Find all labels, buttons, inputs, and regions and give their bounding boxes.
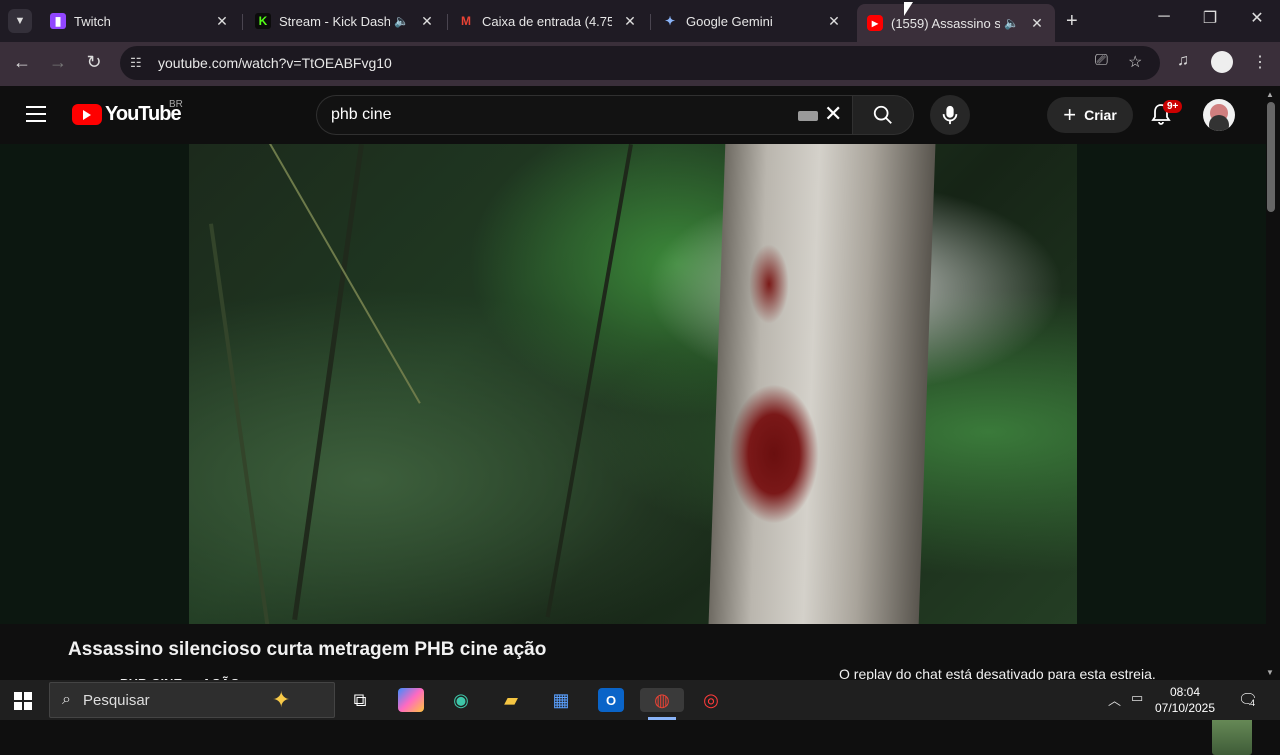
browser-toolbar: ← → ↻ ☷ youtube.com/watch?v=TtOEABFvg10 … [0,42,1280,86]
tab-gmail[interactable]: M Caixa de entrada (4.754) ✕ [448,6,648,36]
create-button[interactable]: + Criar [1047,97,1133,133]
copilot-icon[interactable] [398,688,424,712]
plus-icon: + [1063,102,1077,127]
taskbar-clock[interactable]: 08:04 07/10/2025 [1152,684,1218,716]
outlook-icon[interactable]: O [598,688,624,712]
notification-badge: 9+ [1163,100,1183,113]
page-scrollbar[interactable]: ▲ ▼ [1266,90,1276,680]
forward-button[interactable]: → [46,52,70,73]
scrollbar-thumb[interactable] [1267,102,1275,212]
windows-start-icon[interactable] [14,692,32,710]
close-tab-icon[interactable]: ✕ [214,13,230,30]
blood-stain [729,384,819,524]
notification-center-icon[interactable]: 🗨 4 [1238,690,1258,710]
tab-twitch[interactable]: ▮ Twitch ✕ [40,6,240,36]
profile-avatar[interactable] [1211,51,1233,73]
close-tab-icon[interactable]: ✕ [622,13,638,30]
keyboard-icon[interactable] [798,111,818,121]
url-text: youtube.com/watch?v=TtOEABFvg10 [158,55,392,71]
tab-title: Caixa de entrada (4.754) [482,13,612,29]
task-view-icon[interactable]: ⧉ [347,688,373,712]
mouse-cursor-icon [904,2,913,16]
video-player[interactable] [0,144,1266,755]
copilot-sparkle-icon: ✦ [272,687,291,712]
file-explorer-icon[interactable]: ▰ [498,688,524,712]
reload-button[interactable]: ↻ [82,52,106,73]
video-thumbnail-preview[interactable] [1212,715,1252,755]
browser-menu-icon[interactable]: ⋮ [1252,52,1268,72]
microphone-icon [942,105,958,125]
tab-divider [650,14,651,30]
create-label: Criar [1084,107,1117,123]
scroll-down-icon[interactable]: ▼ [1266,668,1274,677]
youtube-play-icon [72,104,102,125]
blood-stain [749,244,789,324]
clock-time: 08:04 [1169,685,1201,699]
close-tab-icon[interactable]: ✕ [826,13,842,30]
search-icon [873,105,892,124]
edge-icon[interactable]: ◉ [448,688,474,712]
youtube-logo[interactable]: YouTube [72,103,182,126]
search-box: ✕ [316,95,856,135]
browser-tab-strip: ▼ ▮ Twitch ✕ K Stream - Kick Dashbo 🔈 ✕ … [0,0,1280,42]
tab-kick[interactable]: K Stream - Kick Dashbo 🔈 ✕ [245,6,445,36]
tab-gemini[interactable]: ✦ Google Gemini ✕ [652,6,852,36]
chrome-icon[interactable]: ◍ [640,688,684,712]
twitch-icon: ▮ [50,13,66,29]
video-frame[interactable] [189,144,1077,624]
minimize-button[interactable]: ─ [1152,8,1176,26]
taskbar-search[interactable]: ⌕ Pesquisar ✦ [49,682,335,718]
new-tab-button[interactable]: + [1066,10,1078,33]
gemini-icon: ✦ [664,14,676,28]
close-tab-icon[interactable]: ✕ [419,13,435,30]
bookmark-star-icon[interactable]: ☆ [1128,52,1142,72]
site-settings-icon[interactable]: ☷ [130,55,150,71]
speaker-icon[interactable]: 🔈 [1004,16,1019,30]
chevron-down-icon: ▼ [14,15,26,27]
close-tab-icon[interactable]: ✕ [1029,15,1045,32]
install-app-icon[interactable]: ⎚ [1095,52,1108,70]
tab-title: Twitch [74,13,111,29]
video-info: Assassino silencioso curta metragem PHB … [0,624,1266,691]
network-icon[interactable]: ▭ [1131,690,1143,706]
media-controls-icon[interactable]: ♫ [1177,52,1189,70]
search-input[interactable] [331,106,771,124]
country-code: BR [169,99,183,110]
tab-title: Google Gemini [686,13,773,29]
tab-search-button[interactable]: ▼ [8,9,32,33]
obs-icon[interactable]: ◎ [698,688,724,712]
scroll-up-icon[interactable]: ▲ [1266,90,1274,99]
menu-icon[interactable] [26,106,46,122]
notification-count: 4 [1250,698,1256,708]
user-avatar[interactable] [1203,99,1235,131]
speaker-icon[interactable]: 🔈 [394,14,409,28]
show-hidden-icons[interactable]: ︿ [1108,690,1121,709]
windows-taskbar: ⌕ Pesquisar ✦ ⧉ ◉ ▰ ▦ O ◍ ◎ ︿ ▭ 08:04 07… [0,680,1280,720]
tab-title: (1559) Assassino siler [891,15,1001,31]
search-button[interactable] [852,95,914,135]
close-window-button[interactable]: ✕ [1245,8,1269,28]
youtube-icon: ▶ [867,15,883,31]
gmail-icon: M [461,14,471,28]
voice-search-button[interactable] [930,95,970,135]
microsoft-store-icon[interactable]: ▦ [548,688,574,712]
video-title: Assassino silencioso curta metragem PHB … [68,639,547,660]
back-button[interactable]: ← [10,52,34,73]
clear-search-icon[interactable]: ✕ [824,101,842,127]
kick-icon: K [255,13,271,29]
search-icon: ⌕ [62,691,71,708]
taskbar-search-placeholder: Pesquisar [82,691,150,709]
tab-divider [242,14,243,30]
address-bar[interactable]: ☷ youtube.com/watch?v=TtOEABFvg10 [120,46,1160,80]
youtube-header: YouTube BR ✕ + Criar 9+ [0,86,1280,144]
tab-youtube-active[interactable]: ▶ (1559) Assassino siler 🔈 ✕ [857,4,1055,42]
restore-button[interactable]: ❐ [1198,8,1222,28]
clock-date: 07/10/2025 [1154,701,1216,715]
tab-title: Stream - Kick Dashbo [279,13,391,29]
